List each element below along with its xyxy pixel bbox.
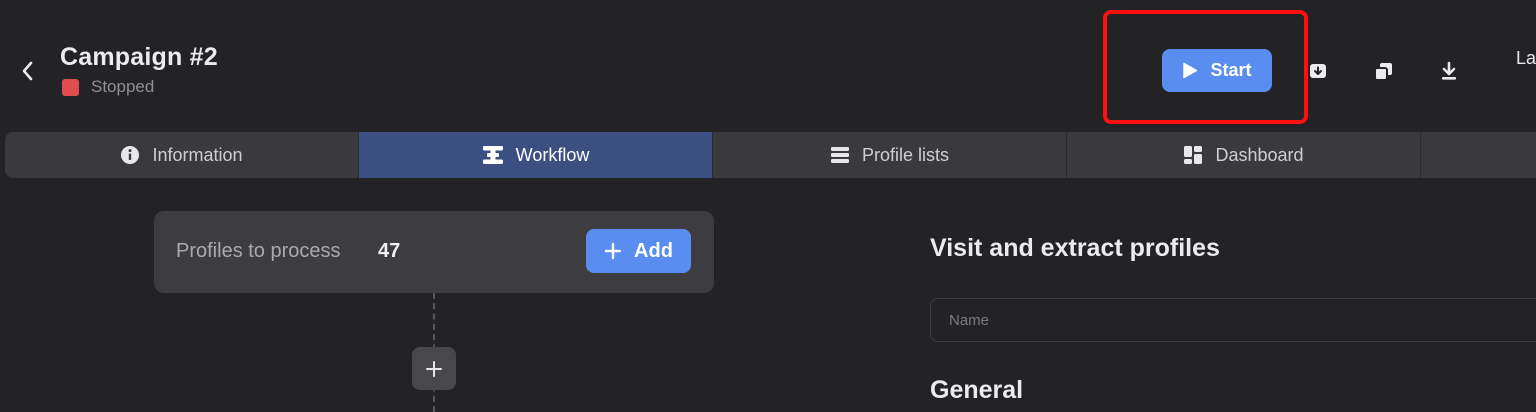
- header-truncated-label: La: [1516, 48, 1536, 68]
- info-icon: [121, 146, 140, 164]
- tab-label: Dashboard: [1215, 144, 1304, 165]
- back-button[interactable]: [14, 56, 40, 86]
- duplicate-icon: [1373, 62, 1392, 81]
- name-input[interactable]: [930, 298, 1536, 342]
- tab-information[interactable]: Information: [5, 132, 359, 178]
- campaign-page: Campaign #2 Stopped Start La Information…: [0, 0, 1536, 412]
- profiles-to-process-node[interactable]: Profiles to process 47 Add: [154, 211, 714, 293]
- duplicate-button[interactable]: [1370, 58, 1396, 84]
- add-button-label: Add: [634, 239, 673, 262]
- dashboard-icon: [1184, 146, 1203, 164]
- tab-more[interactable]: [1421, 132, 1536, 178]
- tab-label: Information: [152, 144, 243, 165]
- plus-icon: [604, 242, 622, 260]
- download-icon: [1442, 61, 1456, 80]
- status-label: Stopped: [91, 77, 155, 96]
- list-icon: [830, 147, 849, 163]
- archive-button[interactable]: [1305, 58, 1331, 84]
- page-title: Campaign #2: [60, 43, 218, 71]
- add-step-button[interactable]: [412, 347, 456, 390]
- tab-label: Workflow: [515, 144, 590, 165]
- plus-icon: [426, 360, 442, 377]
- play-icon: [1183, 62, 1198, 79]
- section-title-general: General: [930, 376, 1024, 404]
- step-title: Visit and extract profiles: [930, 234, 1220, 262]
- node-count: 47: [378, 240, 401, 262]
- download-button[interactable]: [1436, 58, 1462, 84]
- add-profiles-button[interactable]: Add: [586, 229, 691, 273]
- archive-icon: [1310, 64, 1326, 78]
- start-button-label: Start: [1210, 60, 1252, 80]
- status-indicator-icon: [62, 78, 79, 96]
- workflow-icon: [482, 146, 503, 164]
- tab-label: Profile lists: [861, 144, 950, 165]
- status-badge: Stopped: [62, 77, 154, 97]
- node-label: Profiles to process: [176, 240, 341, 262]
- tab-profile-lists[interactable]: Profile lists: [713, 132, 1067, 178]
- tab-bar: Information Workflow Profile lists Dashb…: [5, 132, 1536, 178]
- tab-workflow[interactable]: Workflow: [359, 132, 713, 178]
- start-button[interactable]: Start: [1162, 49, 1272, 92]
- tab-dashboard[interactable]: Dashboard: [1067, 132, 1421, 178]
- chevron-left-icon: [22, 61, 33, 81]
